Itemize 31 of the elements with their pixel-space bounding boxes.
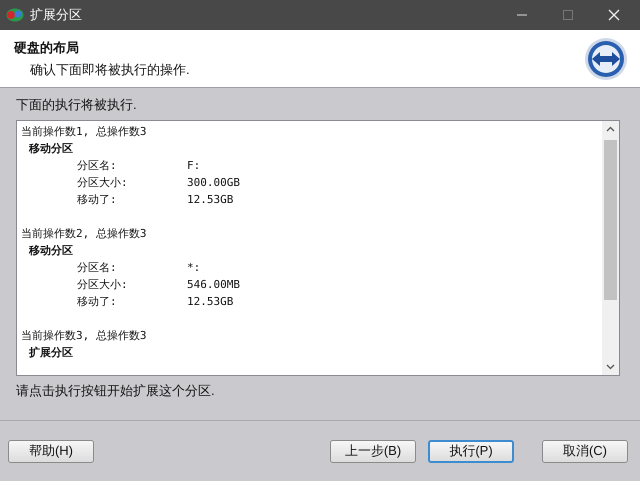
field-label: 移动了: <box>76 294 118 310</box>
field-label: 分区名: <box>76 260 118 276</box>
app-icon <box>6 7 24 23</box>
field-value: 12.53GB <box>187 192 234 208</box>
scrollbar[interactable] <box>602 121 619 375</box>
header-title: 硬盘的布局 <box>14 38 80 56</box>
operation-heading: 当前操作数3, 总操作数3 <box>21 328 148 344</box>
window-title: 扩展分区 <box>30 6 82 24</box>
intro-text: 下面的执行将被执行. <box>16 96 138 114</box>
hint-text: 请点击执行按钮开始扩展这个分区. <box>16 382 216 400</box>
field-label: 移动了: <box>76 192 118 208</box>
field-value: *: <box>187 260 200 276</box>
operation-heading: 当前操作数2, 总操作数3 <box>21 226 148 242</box>
field-value: F: <box>187 158 200 174</box>
operation-name: 移动分区 <box>28 141 74 157</box>
close-icon[interactable] <box>608 9 620 21</box>
field-value: 546.00MB <box>187 277 240 293</box>
field-value: 300.00GB <box>187 175 240 191</box>
field-value: 12.53GB <box>187 294 234 310</box>
operation-name: 移动分区 <box>28 243 74 259</box>
dialog-button[interactable]: 取消(C) <box>542 440 628 462</box>
operation-heading: 当前操作数1, 总操作数3 <box>21 124 148 140</box>
dialog-button[interactable]: 执行(P) <box>428 440 514 462</box>
scroll-thumb[interactable] <box>604 140 617 300</box>
dialog-button[interactable]: 帮助(H) <box>8 440 94 462</box>
field-label: 分区名: <box>76 158 118 174</box>
field-label: 分区大小: <box>76 277 129 293</box>
dialog-button[interactable]: 上一步(B) <box>330 440 416 462</box>
field-label: 分区大小: <box>76 175 129 191</box>
operation-name: 扩展分区 <box>28 345 74 361</box>
header-subtitle: 确认下面即将被执行的操作. <box>29 60 190 78</box>
